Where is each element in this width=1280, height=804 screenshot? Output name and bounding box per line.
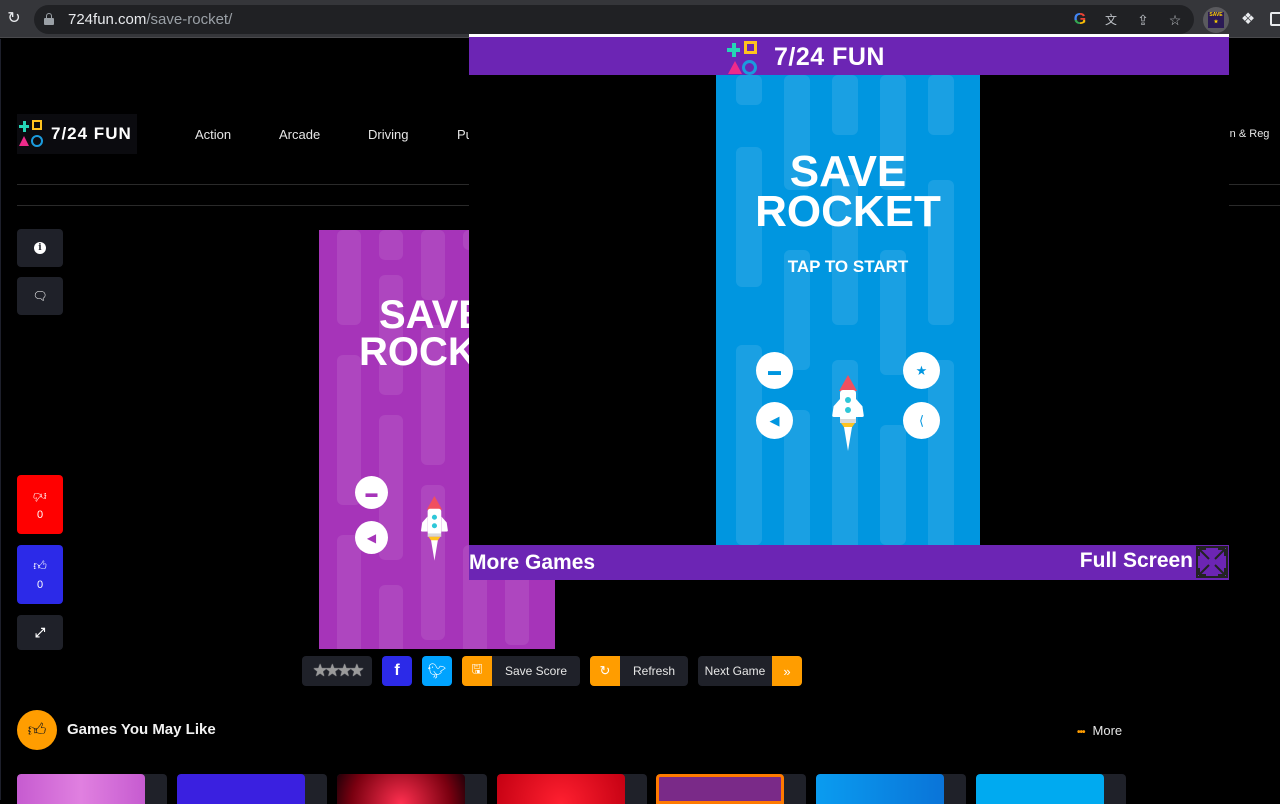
double-chevron-right-icon: » xyxy=(772,656,802,686)
url-domain: 724fun.com xyxy=(68,11,147,28)
refresh-icon: ↻ xyxy=(590,656,620,686)
star-icon: ★ xyxy=(915,362,928,378)
refresh-button[interactable]: ↻ Refresh xyxy=(590,656,688,686)
share-icon[interactable]: ⇪ xyxy=(1134,11,1152,29)
more-games-link[interactable]: ••• More xyxy=(1077,723,1122,738)
gamepad-icon: ▬ xyxy=(768,363,781,378)
nav-driving[interactable]: Driving xyxy=(368,127,408,142)
next-game-button[interactable]: Next Game » xyxy=(698,656,802,686)
title-line-2: ROCKET xyxy=(755,187,941,237)
url-text[interactable]: 724fun.com/save-rocket/ xyxy=(68,11,232,28)
share-nodes-icon: ⟨ xyxy=(918,412,925,428)
rate-button[interactable]: ★ xyxy=(903,352,940,389)
logo-shapes-icon xyxy=(19,120,45,148)
game-title: SAVE ROCKET xyxy=(716,147,980,237)
dislike-count: 0 xyxy=(36,509,44,521)
lock-icon[interactable] xyxy=(44,13,54,25)
twitter-icon: 🐦︎ xyxy=(427,663,447,680)
more-label: More xyxy=(1092,723,1123,738)
gamepad-icon: ▬ xyxy=(365,485,378,500)
overlay-logo-icon xyxy=(727,41,761,75)
refresh-label: Refresh xyxy=(632,664,676,678)
thumbs-up-icon: 👍︎ xyxy=(33,558,47,573)
like-count: 0 xyxy=(36,579,44,591)
gamepad-button[interactable]: ▬ xyxy=(756,352,793,389)
overlay-header: 7/24 FUN xyxy=(469,37,1229,75)
speaker-icon: ◀ xyxy=(769,412,780,428)
side-panel-icon[interactable] xyxy=(1270,12,1280,26)
site-logo[interactable]: 7/24 FUN xyxy=(17,114,137,154)
bookmark-star-icon[interactable]: ☆ xyxy=(1166,11,1184,29)
star-rating[interactable]: ★★★★ xyxy=(302,656,372,686)
facebook-icon: f xyxy=(394,662,400,679)
section-title: Games You May Like xyxy=(67,721,216,738)
share-button[interactable]: ⟨ xyxy=(903,402,940,439)
floppy-disk-icon: 🖫 xyxy=(462,656,492,686)
comments-button[interactable]: 🗨 xyxy=(17,277,63,315)
nav-action[interactable]: Action xyxy=(195,127,231,142)
extensions-puzzle-icon[interactable]: ❖ xyxy=(1235,7,1261,33)
logo-text: 7/24 FUN xyxy=(51,124,132,143)
url-path: /save-rocket/ xyxy=(146,11,233,28)
sound-button[interactable]: ◀ xyxy=(756,402,793,439)
tap-to-start-text[interactable]: TAP TO START xyxy=(716,257,980,277)
reload-icon[interactable]: ↻ xyxy=(5,10,23,28)
gamepad-button[interactable]: ▬ xyxy=(355,476,388,509)
title-line-1: SAVE xyxy=(789,147,907,196)
browser-toolbar: ↻ 724fun.com/save-rocket/ G 文 ⇪ ☆ SAVE ★ … xyxy=(0,0,1280,38)
translate-icon[interactable]: 文 xyxy=(1102,11,1120,29)
thumbs-down-icon: 👍︎ xyxy=(33,489,47,504)
facebook-share-button[interactable]: f xyxy=(382,656,412,686)
info-icon: i xyxy=(34,242,46,254)
comment-icon: 🗨 xyxy=(32,289,48,303)
rocket-sprite xyxy=(420,496,449,562)
dislike-button[interactable]: 👍︎ 0 xyxy=(17,475,63,534)
rocket-sprite xyxy=(831,375,865,453)
speaker-icon: ◀ xyxy=(366,530,377,545)
save-score-label: Save Score xyxy=(504,664,568,678)
fullscreen-arrows-icon[interactable] xyxy=(1196,546,1228,578)
expand-icon: ⤢ xyxy=(34,624,46,640)
fullscreen-button[interactable]: ⤢ xyxy=(17,615,63,650)
address-bar[interactable]: 724fun.com/save-rocket/ G 文 ⇪ ☆ xyxy=(34,5,1194,34)
info-button[interactable]: i xyxy=(17,229,63,267)
full-screen-button[interactable]: Full Screen xyxy=(1080,549,1193,573)
google-icon[interactable]: G xyxy=(1071,11,1089,29)
overlay-title: 7/24 FUN xyxy=(774,43,885,71)
more-dots-icon: ••• xyxy=(1077,727,1085,738)
sound-button[interactable]: ◀ xyxy=(355,521,388,554)
thumbs-up-badge-icon: 👍︎ xyxy=(17,710,57,750)
save-score-button[interactable]: 🖫 Save Score xyxy=(462,656,580,686)
nav-arcade[interactable]: Arcade xyxy=(279,127,320,142)
more-games-button[interactable]: More Games xyxy=(469,551,595,575)
twitter-share-button[interactable]: 🐦︎ xyxy=(422,656,452,686)
next-game-label: Next Game xyxy=(704,664,766,678)
save-extension-icon[interactable]: SAVE ★ xyxy=(1203,7,1229,33)
game-canvas[interactable]: SAVE ROCKET TAP TO START ▬ ◀ ★ ⟨ xyxy=(716,75,980,545)
like-button[interactable]: 👍︎ 0 xyxy=(17,545,63,604)
overlay-footer: More Games Full Screen xyxy=(469,545,1229,580)
overlay-game-area: SAVE ROCKET TAP TO START ▬ ◀ ★ ⟨ xyxy=(469,75,1229,545)
